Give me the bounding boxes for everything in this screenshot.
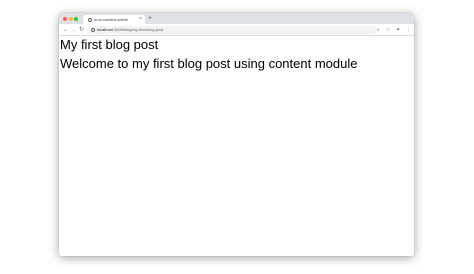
- browser-toolbar: ← → ↻ localhost:3000/blog/my-first-blog-…: [59, 24, 414, 36]
- extensions-icon[interactable]: ✦: [396, 26, 400, 34]
- address-text: localhost:3000/blog/my-first-blog-post: [97, 27, 164, 32]
- star-icon[interactable]: ☆: [386, 26, 390, 34]
- minimize-window-button[interactable]: [68, 16, 73, 21]
- browser-window: nuxt-content-article × + ← → ↻ localhost…: [59, 13, 414, 256]
- page-content: My first blog post Welcome to my first b…: [59, 36, 414, 256]
- globe-icon: [88, 17, 92, 22]
- back-icon[interactable]: ←: [63, 26, 69, 34]
- close-window-button[interactable]: [63, 16, 67, 21]
- tab-title: nuxt-content-article: [94, 16, 129, 22]
- maximize-window-button[interactable]: [74, 16, 78, 21]
- info-icon[interactable]: [91, 27, 95, 32]
- tab-close-icon[interactable]: ×: [139, 16, 142, 22]
- forward-icon[interactable]: →: [71, 26, 77, 34]
- address-bar[interactable]: localhost:3000/blog/my-first-blog-post: [87, 25, 377, 34]
- post-body: Welcome to my first blog post using cont…: [60, 56, 358, 71]
- page-title: My first blog post: [60, 37, 159, 52]
- tab-strip: nuxt-content-article × +: [59, 13, 414, 24]
- menu-icon[interactable]: ⋮: [406, 26, 411, 34]
- reload-icon[interactable]: ↻: [79, 26, 84, 34]
- new-tab-button[interactable]: +: [148, 15, 152, 23]
- search-icon[interactable]: ⌕: [377, 26, 380, 34]
- tab-active[interactable]: nuxt-content-article ×: [83, 15, 145, 24]
- address-host: localhost: [97, 27, 113, 32]
- address-path: :3000/blog/my-first-blog-post: [112, 27, 164, 32]
